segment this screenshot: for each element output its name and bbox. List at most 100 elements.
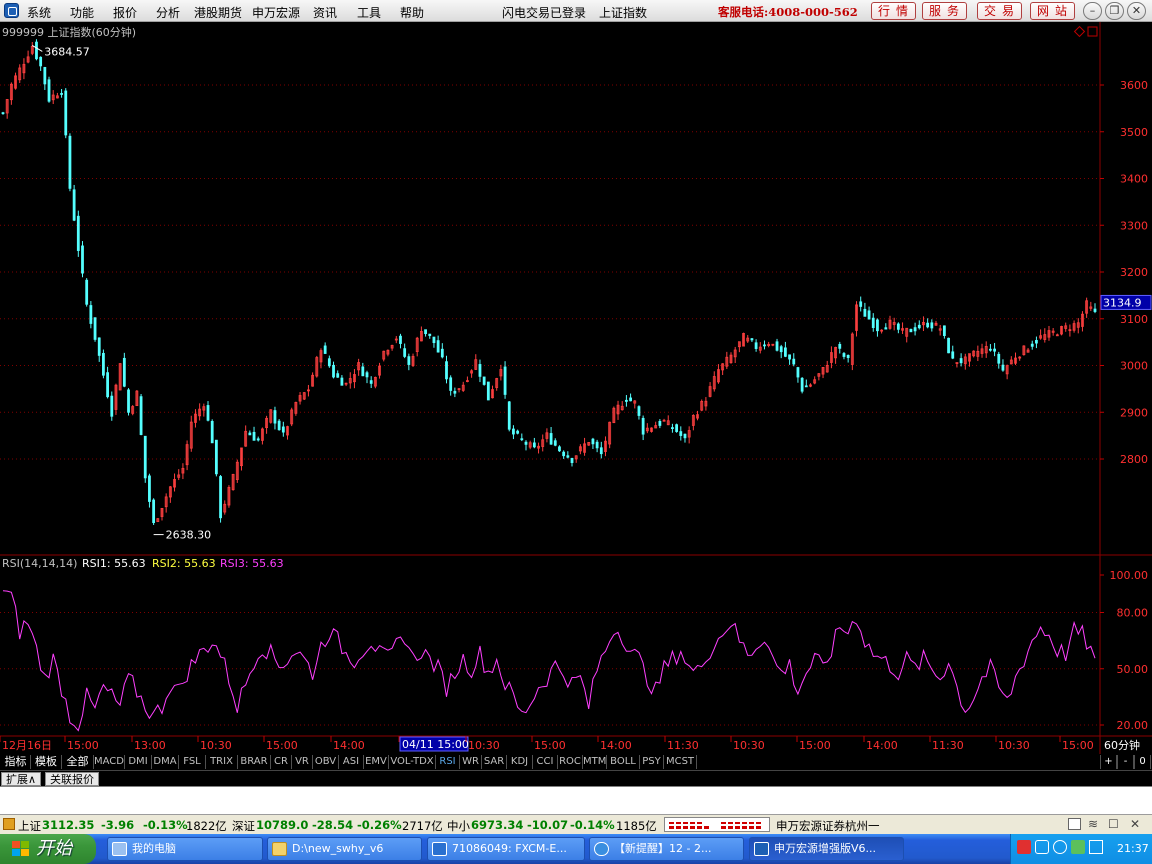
zoom-control-2[interactable]: 0 bbox=[1134, 755, 1151, 769]
app-logo-icon[interactable] bbox=[4, 3, 19, 18]
taskbar-item-label: D:\new_swhy_v6 bbox=[292, 842, 384, 855]
indicator-tab-asi[interactable]: ASI bbox=[339, 755, 364, 769]
zoom-control-0[interactable]: + bbox=[1100, 755, 1117, 769]
tab-expand[interactable]: 扩展∧ bbox=[1, 772, 42, 786]
candle-body bbox=[428, 333, 432, 336]
candle-body bbox=[750, 338, 754, 341]
tray-network-icon[interactable] bbox=[1053, 840, 1067, 854]
start-button[interactable]: 开始 bbox=[0, 834, 96, 864]
indicator-tab-dmi[interactable]: DMI bbox=[125, 755, 152, 769]
tray-shield-icon[interactable] bbox=[1035, 840, 1049, 854]
indicator-tab-wr[interactable]: WR bbox=[460, 755, 482, 769]
indicator-tab-cr[interactable]: CR bbox=[271, 755, 292, 769]
period-label: 60分钟 bbox=[1104, 738, 1140, 752]
menu-tools[interactable]: 工具 bbox=[357, 4, 381, 21]
indicator-tab-macd[interactable]: MACD bbox=[94, 755, 125, 769]
indicator-tab-dma[interactable]: DMA bbox=[152, 755, 179, 769]
candle-body bbox=[570, 458, 574, 464]
tray-security-icon[interactable] bbox=[1071, 840, 1085, 854]
chat-app-icon bbox=[432, 842, 447, 856]
menu-hk-futures[interactable]: 港股期货 bbox=[194, 4, 242, 21]
rsi-ytick-label-20: 20.00 bbox=[1117, 719, 1149, 732]
signal-icon: ≋ bbox=[1088, 817, 1099, 831]
close-icon[interactable]: ✕ bbox=[1127, 2, 1146, 20]
sz-name[interactable]: 深证 bbox=[232, 818, 255, 834]
indicator-tab-trix[interactable]: TRIX bbox=[206, 755, 238, 769]
sme-name[interactable]: 中小 bbox=[447, 818, 470, 834]
indicator-tab-obv[interactable]: OBV bbox=[313, 755, 339, 769]
menu-analysis[interactable]: 分析 bbox=[156, 4, 180, 21]
indicator-tab-brar[interactable]: BRAR bbox=[238, 755, 271, 769]
menu-news[interactable]: 资讯 bbox=[313, 4, 337, 21]
indicator-tab-mtm[interactable]: MTM bbox=[583, 755, 607, 769]
taskbar-reminder[interactable]: 【新提醒】12 - 2... bbox=[589, 837, 744, 861]
indicator-tab-全部[interactable]: 全部 bbox=[62, 755, 94, 769]
candle-body bbox=[281, 426, 285, 433]
sh-change: -3.96 bbox=[101, 818, 135, 832]
indicator-tab-模板[interactable]: 模板 bbox=[31, 755, 62, 769]
taskbar-fxcm[interactable]: 71086049: FXCM-E... bbox=[427, 837, 585, 861]
tray-flag-icon[interactable] bbox=[1017, 840, 1031, 854]
menu-help[interactable]: 帮助 bbox=[400, 4, 424, 21]
candle-body bbox=[637, 406, 641, 416]
indicator-tab-kdj[interactable]: KDJ bbox=[507, 755, 533, 769]
xaxis-label: 12月16日 bbox=[2, 739, 52, 752]
maximize-panel-icon bbox=[1087, 26, 1098, 37]
indicator-tab-vol-tdx[interactable]: VOL-TDX bbox=[389, 755, 436, 769]
indicator-tab-emv[interactable]: EMV bbox=[364, 755, 389, 769]
candle-body bbox=[152, 499, 156, 524]
clock[interactable]: 21:37 bbox=[1117, 842, 1149, 855]
computer-icon bbox=[112, 842, 127, 856]
quote-button[interactable]: 行情 bbox=[871, 2, 916, 20]
tab-related-quotes[interactable]: 关联报价 bbox=[45, 772, 99, 786]
window-icon[interactable] bbox=[1068, 818, 1081, 830]
candle-body bbox=[206, 405, 210, 421]
candles-group bbox=[1, 39, 1097, 525]
candle-body bbox=[369, 380, 373, 384]
menu-system[interactable]: 系统 bbox=[27, 4, 51, 21]
sh-name[interactable]: 上证 bbox=[18, 818, 41, 834]
broker-name: 申万宏源证券杭州一 bbox=[776, 819, 880, 833]
system-tray: 21:37 bbox=[1010, 834, 1152, 864]
candle-body bbox=[122, 357, 126, 387]
indicator-tab-roc[interactable]: ROC bbox=[558, 755, 583, 769]
taskbar-swhy-app[interactable]: 申万宏源增强版V6... bbox=[749, 837, 904, 861]
candle-body bbox=[599, 447, 603, 455]
candle-body bbox=[47, 79, 51, 102]
cursor-time-label: 04/11 15:00 bbox=[402, 738, 469, 751]
indicator-tab-cci[interactable]: CCI bbox=[533, 755, 558, 769]
zoom-control-1[interactable]: - bbox=[1117, 755, 1134, 769]
kline-chart[interactable]: 2800 2900 3000 3100 3200 3300 3400 3500 3600 9999… bbox=[0, 22, 1152, 754]
menu-quote[interactable]: 报价 bbox=[113, 4, 137, 21]
trade-button[interactable]: 交易 bbox=[977, 2, 1022, 20]
candle-body bbox=[327, 358, 331, 367]
taskbar-folder[interactable]: D:\new_swhy_v6 bbox=[267, 837, 422, 861]
tray-volume-icon[interactable] bbox=[1089, 840, 1103, 854]
restore-icon[interactable]: ❐ bbox=[1105, 2, 1124, 20]
indicator-tab-rsi[interactable]: RSI bbox=[436, 755, 460, 769]
indicator-tab-指标[interactable]: 指标 bbox=[1, 755, 31, 769]
indicator-tab-fsl[interactable]: FSL bbox=[179, 755, 206, 769]
candle-body bbox=[507, 401, 511, 430]
taskbar-my-computer[interactable]: 我的电脑 bbox=[107, 837, 263, 861]
candle-body bbox=[323, 345, 327, 354]
website-button[interactable]: 网站 bbox=[1030, 2, 1075, 20]
indicator-tab-psy[interactable]: PSY bbox=[640, 755, 664, 769]
menu-function[interactable]: 功能 bbox=[70, 4, 94, 21]
indicator-tab-sar[interactable]: SAR bbox=[482, 755, 507, 769]
chat-icon[interactable]: ☐ bbox=[1108, 817, 1119, 831]
chart-area[interactable]: 2800 2900 3000 3100 3200 3300 3400 3500 3600 9999… bbox=[0, 22, 1152, 754]
menu-swhy[interactable]: 申万宏源 bbox=[252, 4, 300, 21]
indicator-tab-boll[interactable]: BOLL bbox=[607, 755, 640, 769]
close-panel-icon[interactable]: ✕ bbox=[1130, 817, 1140, 831]
candle-body bbox=[804, 385, 808, 388]
candle-body bbox=[896, 323, 900, 330]
candle-body bbox=[838, 343, 842, 349]
indicator-tab-vr[interactable]: VR bbox=[292, 755, 313, 769]
minimize-icon[interactable]: – bbox=[1083, 2, 1102, 20]
service-button[interactable]: 服务 bbox=[922, 2, 967, 20]
candle-body bbox=[93, 317, 97, 340]
candle-body bbox=[106, 372, 109, 398]
sz-change: -28.54 bbox=[312, 818, 354, 832]
indicator-tab-mcst[interactable]: MCST bbox=[664, 755, 697, 769]
